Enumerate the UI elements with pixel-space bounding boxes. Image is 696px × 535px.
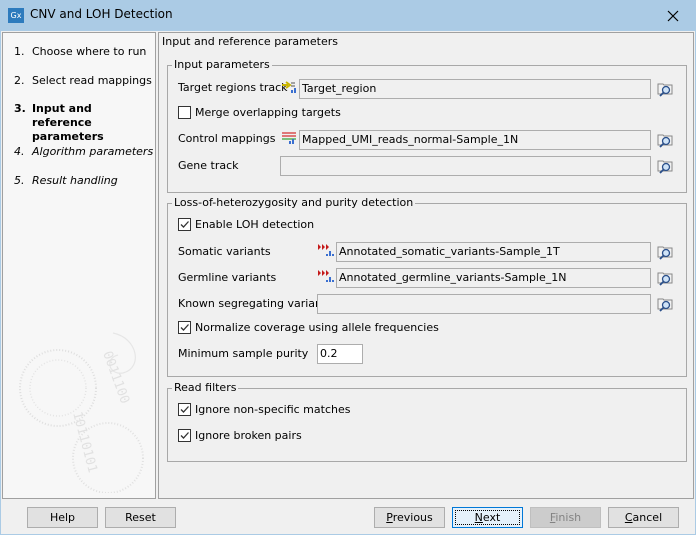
input-parameters-group: Input parameters Target regions track Ta… (167, 58, 687, 193)
group-legend: Read filters (172, 381, 239, 394)
group-legend: Loss-of-heterozygosity and purity detect… (172, 196, 416, 209)
checkmark-icon (180, 432, 189, 439)
minimum-sample-purity-input[interactable]: 0.2 (317, 344, 363, 364)
checkmark-icon (180, 324, 189, 331)
finish-button[interactable]: Finish (530, 507, 601, 528)
button-label: inish (555, 511, 582, 524)
step-number: 1. (14, 45, 25, 58)
close-icon (667, 10, 679, 21)
minimum-sample-purity-label: Minimum sample purity (178, 347, 309, 360)
loh-purity-group: Loss-of-heterozygosity and purity detect… (167, 196, 687, 377)
checkbox-label: Ignore broken pairs (195, 429, 302, 442)
checkbox-label: Enable LOH detection (195, 218, 315, 231)
target-regions-track-label: Target regions track (178, 81, 288, 94)
step-label: Input and reference parameters (32, 102, 155, 144)
group-legend: Input parameters (172, 58, 272, 71)
browse-folder-icon[interactable] (656, 243, 674, 261)
checkbox-label: Normalize coverage using allele frequenc… (195, 321, 439, 334)
cancel-button[interactable]: Cancel (608, 507, 679, 528)
known-segregating-variants-label: Known segregating variants (178, 297, 333, 310)
step-label: Choose where to run (32, 45, 147, 58)
ignore-non-specific-matches-checkbox[interactable]: Ignore non-specific matches (178, 403, 350, 416)
binary-swirl-watermark: 0011100 10110101 (19, 332, 144, 493)
close-button[interactable] (650, 0, 696, 31)
step-label: Algorithm parameters (32, 145, 154, 158)
window-title: CNV and LOH Detection (30, 7, 173, 21)
svg-text:0011100: 0011100 (99, 349, 132, 406)
control-mappings-field[interactable]: Mapped_UMI_reads_normal-Sample_1N (299, 130, 651, 150)
main-panel: Input and reference parameters Input par… (158, 32, 694, 499)
step-number: 5. (14, 174, 25, 187)
browse-folder-icon[interactable] (656, 295, 674, 313)
variant-track-icon (318, 244, 334, 256)
step-input-and-reference-parameters: 3. Input and reference parameters (14, 102, 155, 144)
checkbox-box[interactable] (178, 218, 191, 231)
checkbox-box[interactable] (178, 106, 191, 119)
browse-folder-icon[interactable] (656, 80, 674, 98)
wizard-steps-panel: 1. Choose where to run 2. Select read ma… (2, 32, 156, 499)
checkbox-label: Merge overlapping targets (195, 106, 341, 119)
checkmark-icon (180, 221, 189, 228)
variant-track-icon (318, 270, 334, 282)
browse-folder-icon[interactable] (656, 157, 674, 175)
button-label: revious (392, 511, 433, 524)
checkbox-label: Ignore non-specific matches (195, 403, 351, 416)
control-mappings-label: Control mappings (178, 132, 276, 145)
next-button[interactable]: Next (452, 507, 523, 528)
step-label-line2: parameters (31, 130, 104, 143)
step-label: Result handling (32, 174, 118, 187)
step-number: 2. (14, 74, 25, 87)
known-segregating-variants-field[interactable] (317, 294, 651, 314)
checkmark-icon (180, 406, 189, 413)
dialog-footer: Help Reset Previous Next Finish Cancel (1, 502, 695, 534)
step-label: Select read mappings (32, 74, 152, 87)
step-label-line1: Input and reference (31, 102, 92, 129)
mnemonic: C (624, 511, 633, 524)
focus-ring (455, 510, 520, 525)
title-bar: Gx CNV and LOH Detection (0, 0, 696, 31)
button-label: ancel (632, 511, 663, 524)
browse-folder-icon[interactable] (656, 131, 674, 149)
help-button[interactable]: Help (27, 507, 98, 528)
somatic-variants-field[interactable]: Annotated_somatic_variants-Sample_1T (336, 242, 651, 262)
checkbox-box[interactable] (178, 429, 191, 442)
mapping-icon (282, 132, 296, 144)
app-icon: Gx (8, 8, 24, 23)
step-algorithm-parameters: 4. Algorithm parameters (14, 145, 153, 159)
gene-track-label: Gene track (178, 159, 239, 172)
read-filters-group: Read filters Ignore non-specific matches… (167, 381, 687, 462)
normalize-coverage-checkbox[interactable]: Normalize coverage using allele frequenc… (178, 321, 439, 334)
gene-track-field[interactable] (280, 156, 651, 176)
page-title: Input and reference parameters (162, 35, 338, 48)
step-select-read-mappings: 2. Select read mappings (14, 74, 152, 88)
dialog-body: 1. Choose where to run 2. Select read ma… (1, 31, 695, 534)
germline-variants-field[interactable]: Annotated_germline_variants-Sample_1N (336, 268, 651, 288)
enable-loh-detection-checkbox[interactable]: Enable LOH detection (178, 218, 314, 231)
germline-variants-label: Germline variants (178, 271, 277, 284)
reset-button[interactable]: Reset (105, 507, 176, 528)
step-number: 4. (14, 145, 25, 158)
checkbox-box[interactable] (178, 321, 191, 334)
target-regions-track-field[interactable]: Target_region (299, 79, 651, 99)
ignore-broken-pairs-checkbox[interactable]: Ignore broken pairs (178, 429, 302, 442)
somatic-variants-label: Somatic variants (178, 245, 271, 258)
step-choose-where-to-run: 1. Choose where to run (14, 45, 146, 59)
step-result-handling: 5. Result handling (14, 174, 118, 188)
merge-overlapping-targets-checkbox[interactable]: Merge overlapping targets (178, 106, 341, 119)
track-icon (282, 81, 296, 93)
previous-button[interactable]: Previous (374, 507, 445, 528)
browse-folder-icon[interactable] (656, 269, 674, 287)
checkbox-box[interactable] (178, 403, 191, 416)
step-number: 3. (14, 102, 26, 115)
